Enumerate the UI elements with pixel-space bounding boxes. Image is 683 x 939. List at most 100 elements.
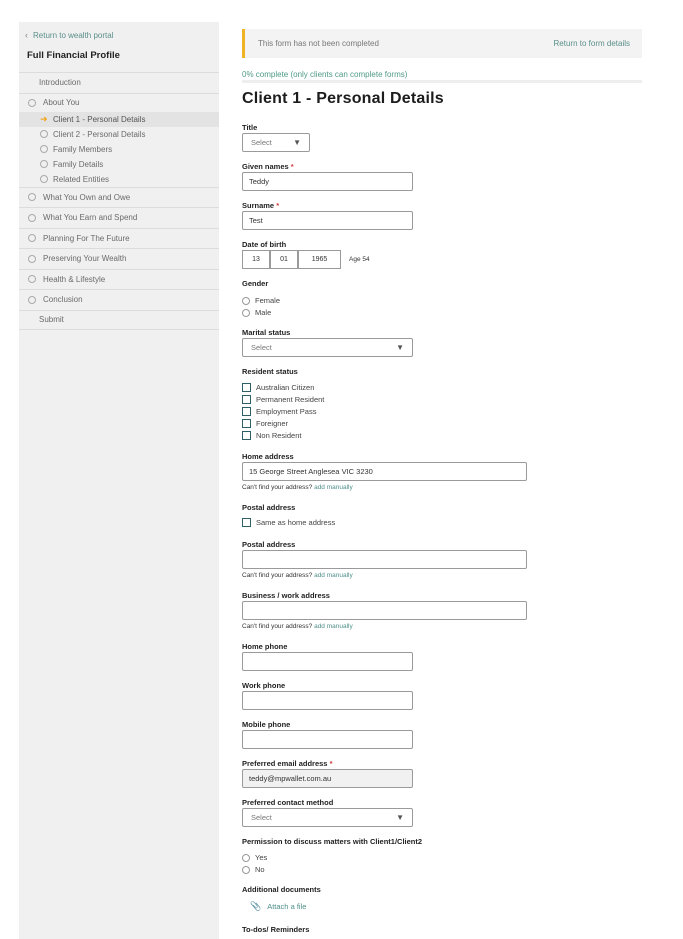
home-address-hint: Can't find your address? add manually	[242, 484, 353, 491]
cant-find-text: Can't find your address?	[242, 484, 313, 491]
home-address-input[interactable]: 15 George Street Anglesea VIC 3230	[242, 462, 527, 481]
radio-icon	[242, 308, 250, 317]
required-mark: *	[329, 759, 333, 768]
resident-option-label: Australian Citizen	[256, 383, 315, 392]
add-manually-link[interactable]: add manually	[314, 623, 353, 630]
incomplete-banner: This form has not been completed Return …	[242, 29, 642, 58]
add-manually-link[interactable]: add manually	[314, 572, 353, 579]
return-to-form-details-link[interactable]: Return to form details	[554, 39, 630, 48]
progress-text: 0% complete (only clients can complete f…	[242, 70, 408, 79]
resident-permanent-resident-checkbox[interactable]: Permanent Resident	[242, 395, 324, 404]
sidebar-item-submit[interactable]: Submit	[19, 309, 219, 330]
resident-employment-pass-checkbox[interactable]: Employment Pass	[242, 407, 316, 416]
sidebar-item-what-you-own[interactable]: What You Own and Owe	[19, 186, 219, 208]
gender-label: Gender	[242, 279, 269, 288]
sidebar-item-client1-personal-details[interactable]: ➜ Client 1 - Personal Details	[19, 111, 219, 127]
postal-address-hint: Can't find your address? add manually	[242, 572, 353, 579]
sidebar-item-label: Health & Lifestyle	[43, 274, 106, 284]
checkbox-icon	[242, 395, 251, 404]
sidebar-item-label: Conclusion	[43, 295, 83, 305]
title-select[interactable]: Select ▼	[242, 133, 310, 152]
status-circle-icon	[28, 254, 36, 263]
sidebar-item-label: Family Members	[53, 144, 113, 154]
status-circle-icon	[40, 130, 48, 138]
sidebar-item-family-details[interactable]: Family Details	[19, 157, 219, 172]
checkbox-icon	[242, 383, 251, 392]
checkbox-icon	[242, 518, 251, 527]
gender-option-label: Male	[255, 308, 272, 317]
banner-message: This form has not been completed	[258, 39, 379, 48]
email-input[interactable]: teddy@mpwallet.com.au	[242, 769, 413, 788]
postal-address-input[interactable]	[242, 550, 527, 569]
resident-option-label: Permanent Resident	[256, 395, 325, 404]
gender-option-label: Female	[255, 296, 281, 305]
sidebar-item-what-you-earn[interactable]: What You Earn and Spend	[19, 207, 219, 228]
age-text: Age 54	[349, 256, 370, 263]
surname-input[interactable]: Test	[242, 211, 413, 230]
given-names-input[interactable]: Teddy	[242, 172, 413, 191]
arrow-right-icon: ➜	[40, 113, 48, 124]
email-label-text: Preferred email address	[242, 759, 328, 768]
permission-yes-radio[interactable]: Yes	[242, 853, 267, 862]
permission-no-radio[interactable]: No	[242, 865, 265, 874]
sidebar-item-preserving-wealth[interactable]: Preserving Your Wealth	[19, 248, 219, 269]
sidebar-item-label: What You Own and Owe	[43, 192, 131, 202]
gender-male-radio[interactable]: Male	[242, 308, 271, 317]
contact-method-select[interactable]: Select ▼	[242, 808, 413, 827]
gender-female-radio[interactable]: Female	[242, 296, 280, 305]
sidebar-item-label: Preserving Your Wealth	[43, 254, 127, 264]
radio-icon	[242, 853, 250, 862]
cant-find-text: Can't find your address?	[242, 623, 313, 630]
mobile-phone-input[interactable]	[242, 730, 413, 749]
sidebar-item-health-lifestyle[interactable]: Health & Lifestyle	[19, 268, 219, 290]
checkbox-icon	[242, 407, 251, 416]
status-circle-icon	[28, 193, 36, 202]
sidebar-item-about-you[interactable]: About You	[19, 92, 219, 112]
work-phone-input[interactable]	[242, 691, 413, 710]
same-as-home-checkbox[interactable]: Same as home address	[242, 518, 335, 527]
triangle-down-icon: ▼	[293, 138, 301, 147]
home-phone-input[interactable]	[242, 652, 413, 671]
given-names-label: Given names *	[242, 162, 294, 171]
dob-year-input[interactable]: 1965	[298, 250, 341, 269]
sidebar-item-client2-personal-details[interactable]: Client 2 - Personal Details	[19, 127, 219, 142]
sidebar-item-label: What You Earn and Spend	[43, 213, 138, 223]
marital-status-value: Select	[251, 343, 272, 352]
marital-status-select[interactable]: Select ▼	[242, 338, 413, 357]
attach-file-label: Attach a file	[267, 902, 307, 911]
resident-foreigner-checkbox[interactable]: Foreigner	[242, 419, 288, 428]
sidebar-item-label: Related Entities	[53, 174, 110, 184]
postal-section-label: Postal address	[242, 503, 296, 512]
sidebar-item-related-entities[interactable]: Related Entities	[19, 172, 219, 187]
sidebar-item-label: Planning For The Future	[43, 233, 130, 243]
home-phone-label: Home phone	[242, 642, 288, 651]
page-title: Client 1 - Personal Details	[242, 90, 444, 107]
sidebar-title: Full Financial Profile	[27, 50, 120, 61]
resident-australian-citizen-checkbox[interactable]: Australian Citizen	[242, 383, 314, 392]
postal-address-label: Postal address	[242, 540, 296, 549]
status-circle-icon	[40, 145, 48, 153]
triangle-down-icon: ▼	[396, 813, 404, 822]
add-manually-link[interactable]: add manually	[314, 484, 353, 491]
sidebar-item-family-members[interactable]: Family Members	[19, 142, 219, 157]
dob-day-input[interactable]: 13	[242, 250, 270, 269]
status-circle-icon	[28, 234, 36, 243]
home-address-label: Home address	[242, 452, 294, 461]
sidebar-item-label: Client 2 - Personal Details	[53, 129, 146, 139]
work-phone-label: Work phone	[242, 681, 286, 690]
radio-icon	[242, 865, 250, 874]
required-mark: *	[290, 162, 294, 171]
business-address-input[interactable]	[242, 601, 527, 620]
sidebar-item-conclusion[interactable]: Conclusion	[19, 289, 219, 310]
return-to-wealth-portal-link[interactable]: ‹ Return to wealth portal	[25, 30, 114, 40]
email-label: Preferred email address *	[242, 759, 332, 768]
attach-file-button[interactable]: 📎 Attach a file	[250, 901, 306, 912]
dob-label: Date of birth	[242, 240, 287, 249]
sidebar-item-planning-future[interactable]: Planning For The Future	[19, 227, 219, 249]
resident-non-resident-checkbox[interactable]: Non Resident	[242, 431, 301, 440]
dob-month-input[interactable]: 01	[270, 250, 298, 269]
permission-option-label: Yes	[255, 853, 268, 862]
title-label: Title	[242, 123, 258, 132]
sidebar-item-introduction[interactable]: Introduction	[19, 72, 219, 93]
todos-label: To-dos/ Reminders	[242, 925, 310, 934]
